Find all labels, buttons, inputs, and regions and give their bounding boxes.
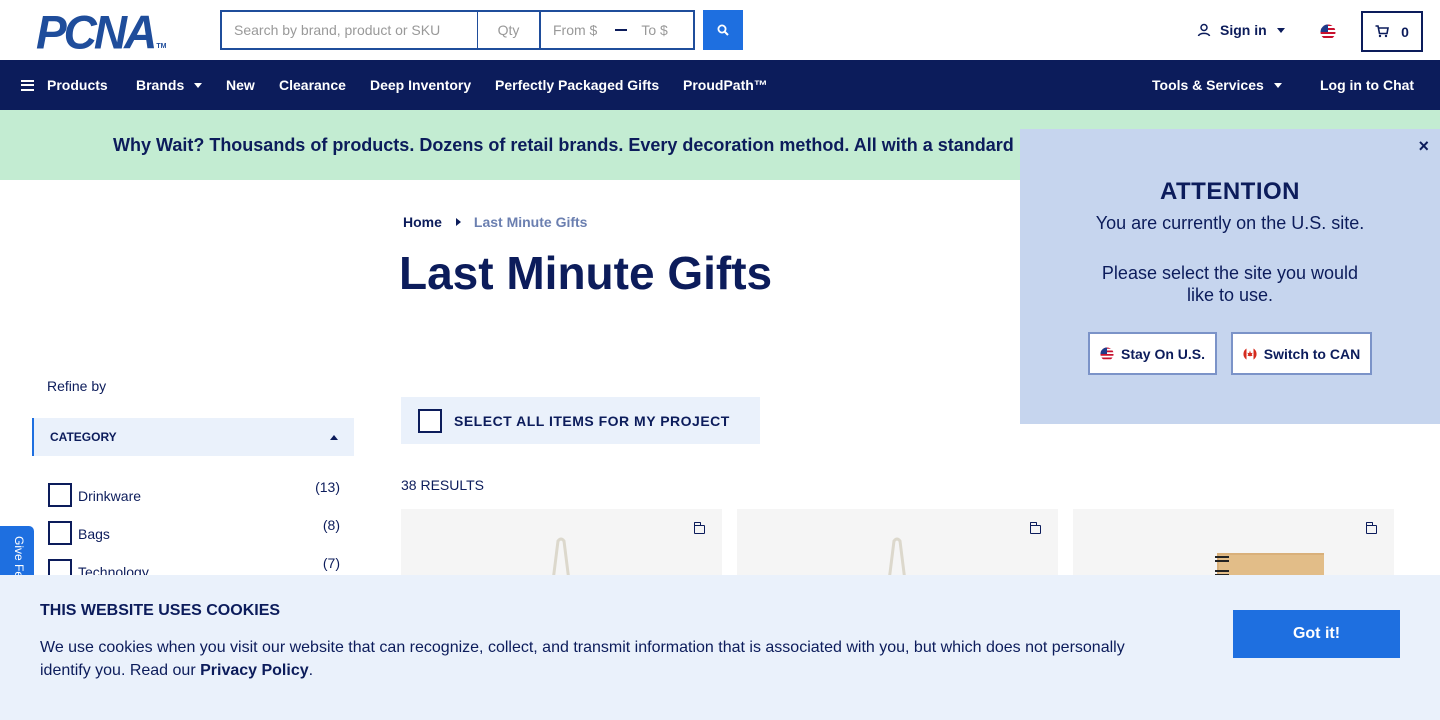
nav-new[interactable]: New	[226, 60, 255, 110]
logo-trademark: TM	[156, 43, 167, 50]
nav-brands[interactable]: Brands	[136, 60, 203, 110]
cart-button[interactable]: 0	[1361, 11, 1423, 52]
nav-perfectly-packaged-gifts[interactable]: Perfectly Packaged Gifts	[495, 60, 659, 110]
search-bar: Search by brand, product or SKU Qty From…	[220, 10, 743, 50]
nav-tools-services-label: Tools & Services	[1152, 77, 1264, 93]
site-header: PCNA TM Search by brand, product or SKU …	[0, 0, 1440, 60]
results-count: 38 RESULTS	[401, 477, 484, 493]
add-to-project-icon[interactable]	[693, 522, 705, 534]
chevron-up-icon	[330, 435, 338, 440]
add-to-project-icon[interactable]	[1029, 522, 1041, 534]
page-title: Last Minute Gifts	[399, 247, 773, 299]
category-label[interactable]: Drinkware	[78, 488, 141, 504]
ca-flag-icon	[1243, 346, 1257, 361]
nav-products-label: Products	[47, 77, 108, 93]
price-range: From $ To $	[540, 10, 695, 50]
chevron-down-icon	[1273, 82, 1282, 88]
pcna-logo[interactable]: PCNA TM	[36, 5, 184, 59]
category-filter-bags: Bags (8)	[48, 517, 340, 545]
category-header-label: CATEGORY	[50, 430, 117, 444]
promo-text[interactable]: Why Wait? Thousands of products. Dozens …	[113, 135, 1014, 156]
cart-count: 0	[1401, 23, 1409, 40]
cookie-message: We use cookies when you visit our websit…	[40, 636, 1160, 682]
select-all-checkbox[interactable]	[418, 408, 442, 433]
search-button[interactable]	[703, 10, 743, 50]
user-icon	[1197, 23, 1211, 37]
hamburger-icon	[21, 79, 34, 91]
nav-deep-inventory[interactable]: Deep Inventory	[370, 60, 471, 110]
cookie-title: THIS WEBSITE USES COOKIES	[40, 602, 281, 619]
refine-by-label: Refine by	[47, 378, 107, 394]
select-all-items[interactable]: SELECT ALL ITEMS FOR MY PROJECT	[401, 397, 760, 444]
us-flag-icon	[1100, 346, 1114, 361]
category-filter-drinkware: Drinkware (13)	[48, 479, 340, 507]
cookie-banner: THIS WEBSITE USES COOKIES We use cookies…	[0, 575, 1440, 720]
got-it-button[interactable]: Got it!	[1233, 610, 1400, 658]
close-icon[interactable]: ×	[1418, 137, 1429, 155]
price-range-dash	[615, 29, 628, 31]
sign-in-button[interactable]: Sign in	[1197, 22, 1285, 38]
breadcrumb: Home Last Minute Gifts	[403, 214, 587, 230]
us-flag-icon	[1320, 24, 1336, 40]
cart-icon	[1375, 25, 1390, 38]
add-to-project-icon[interactable]	[1365, 522, 1377, 534]
price-to-input[interactable]: To $	[641, 22, 667, 38]
logo-wordmark: PCNA	[36, 5, 157, 59]
search-input[interactable]: Search by brand, product or SKU	[220, 10, 478, 50]
category-count: (8)	[322, 517, 340, 533]
qty-input[interactable]: Qty	[478, 10, 540, 50]
stay-on-us-button[interactable]: Stay On U.S.	[1088, 332, 1217, 375]
site-selector-popup: × ATTENTION You are currently on the U.S…	[1020, 129, 1440, 424]
popup-instruction-text: Please select the site you would like to…	[1101, 263, 1359, 305]
popup-current-site-text: You are currently on the U.S. site.	[1095, 213, 1365, 233]
search-icon	[717, 24, 729, 36]
popup-title: ATTENTION	[1159, 178, 1301, 205]
switch-to-can-button[interactable]: Switch to CAN	[1231, 332, 1372, 375]
nav-clearance[interactable]: Clearance	[279, 60, 346, 110]
stay-on-us-label: Stay On U.S.	[1120, 345, 1206, 362]
country-selector[interactable]	[1320, 24, 1336, 40]
chevron-right-icon	[455, 218, 461, 226]
category-label[interactable]: Bags	[78, 526, 110, 542]
category-checkbox[interactable]	[48, 521, 72, 545]
category-filter-header[interactable]: CATEGORY	[32, 418, 354, 456]
nav-tools-services[interactable]: Tools & Services	[1152, 60, 1282, 110]
price-from-input[interactable]: From $	[553, 22, 597, 38]
nav-products[interactable]: Products	[21, 60, 108, 110]
category-count: (13)	[315, 479, 340, 495]
breadcrumb-home[interactable]: Home	[403, 214, 442, 230]
nav-proudpath[interactable]: ProudPath™	[683, 60, 768, 110]
chevron-down-icon	[194, 82, 203, 88]
main-nav: Products Brands New Clearance Deep Inven…	[0, 60, 1440, 110]
nav-log-in-to-chat[interactable]: Log in to Chat	[1320, 60, 1414, 110]
sign-in-label: Sign in	[1220, 22, 1267, 38]
privacy-policy-link[interactable]: Privacy Policy	[200, 662, 309, 679]
chevron-down-icon	[1276, 27, 1285, 33]
select-all-label: SELECT ALL ITEMS FOR MY PROJECT	[454, 412, 730, 429]
cookie-period: .	[308, 662, 314, 679]
breadcrumb-current: Last Minute Gifts	[473, 214, 588, 230]
category-count: (7)	[322, 555, 340, 571]
category-checkbox[interactable]	[48, 483, 72, 507]
nav-brands-label: Brands	[136, 77, 185, 93]
switch-to-can-label: Switch to CAN	[1263, 345, 1361, 362]
